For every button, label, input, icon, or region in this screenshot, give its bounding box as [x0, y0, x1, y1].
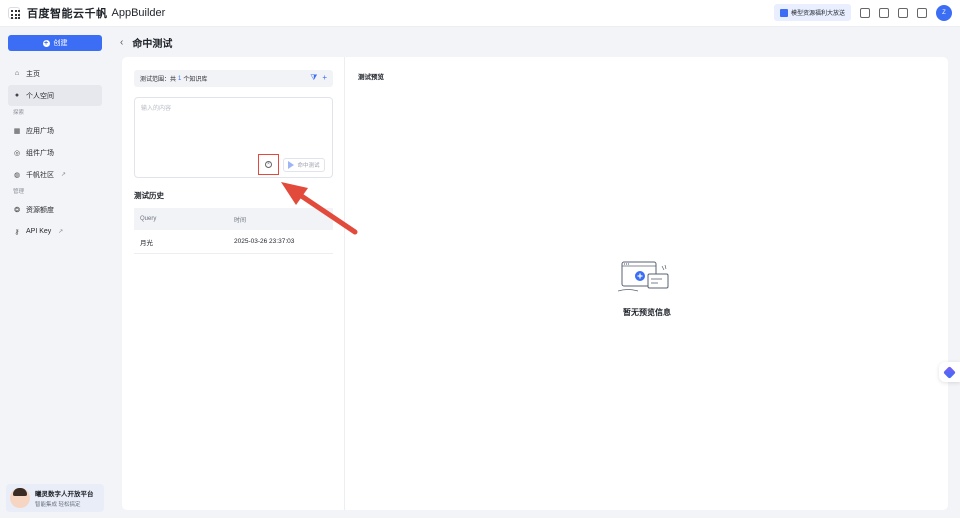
clear-button[interactable]: × [258, 154, 279, 175]
avatar-illustration [10, 488, 30, 508]
empty-state-text: 暂无预览信息 [623, 308, 671, 317]
top-right-actions: 模型资源福利大放送 Z [773, 4, 952, 21]
plus-icon: + [42, 39, 50, 47]
time-cell: 2025-03-26 23:37:03 [234, 238, 295, 245]
sidebar-item-community[interactable]: ◍ 千帆社区 ↗ [8, 164, 102, 185]
logo-product[interactable]: AppBuilder [112, 7, 166, 19]
community-icon: ◍ [13, 171, 21, 179]
app-grid-icon[interactable] [8, 7, 20, 19]
promo-banner[interactable]: 模型资源福利大放送 [773, 4, 851, 21]
preview-title: 测试预览 [358, 74, 384, 81]
book-icon[interactable] [898, 7, 908, 18]
external-link-icon: ↗ [58, 229, 64, 235]
sidebar-item-personal-space[interactable]: ● 个人空间 [8, 85, 102, 106]
scope-suffix: 个知识库 [183, 77, 208, 83]
back-icon[interactable]: ‹ [120, 37, 123, 48]
sidebar-item-home[interactable]: ⌂ 主页 [8, 63, 102, 84]
sidebar-item-label: 组件广场 [26, 149, 54, 157]
sidebar-item-label: API Key [26, 228, 52, 235]
user-avatar[interactable]: Z [936, 4, 952, 21]
assistant-float-button[interactable] [939, 362, 960, 382]
gift-icon [779, 8, 788, 17]
test-input-pane: 测试范围：共 1 个知识库 ⧩ + 输入的内容 × 命中测试 测试历史 Quer… [122, 57, 345, 510]
sidebar-item-label: 应用广场 [26, 127, 54, 135]
assistant-icon [943, 365, 956, 379]
sidebar-item-component-plaza[interactable]: ◎ 组件广场 [8, 142, 102, 163]
add-icon[interactable]: + [322, 73, 327, 83]
table-row[interactable]: 月光 2025-03-26 23:37:03 [134, 230, 333, 254]
scope-prefix: 测试范围：共 [140, 77, 177, 83]
query-cell: 月光 [140, 239, 153, 247]
digital-human-promo-card[interactable]: 曦灵数字人开放平台 智能集成 轻松搞定 [6, 484, 104, 512]
hit-test-button[interactable]: 命中测试 [283, 158, 325, 172]
sidebar-nav: ⌂ 主页 ● 个人空间 探索 ▦ 应用广场 ◎ 组件广场 ◍ 千帆社区 ↗ 管理… [8, 63, 102, 243]
query-placeholder: 输入的内容 [141, 106, 172, 112]
promo-label: 模型资源福利大放送 [790, 11, 845, 17]
column-header-time: 时间 [234, 217, 247, 224]
promo-card-subtitle: 智能集成 轻松搞定 [35, 502, 81, 508]
create-button[interactable]: + 创建 [8, 35, 102, 51]
create-label: 创建 [53, 40, 68, 47]
sidebar-item-label: 主页 [26, 70, 40, 78]
promo-card-title: 曦灵数字人开放平台 [35, 491, 94, 498]
scope-count: 1 [178, 75, 182, 82]
user-icon: ● [14, 92, 20, 99]
test-scope-bar: 测试范围：共 1 个知识库 ⧩ + [134, 70, 333, 87]
section-label-explore: 探索 [13, 110, 25, 116]
hit-test-label: 命中测试 [297, 163, 320, 169]
apps-icon: ▦ [13, 127, 21, 135]
sidebar-item-api-key[interactable]: ⚷ API Key ↗ [8, 221, 102, 242]
content-card: 测试范围：共 1 个知识库 ⧩ + 输入的内容 × 命中测试 测试历史 Quer… [122, 57, 948, 510]
home-icon: ⌂ [14, 70, 20, 77]
table-header: Query 时间 [134, 208, 333, 230]
column-header-query: Query [140, 216, 157, 222]
sidebar: + 创建 ⌂ 主页 ● 个人空间 探索 ▦ 应用广场 ◎ 组件广场 ◍ 千帆社区… [0, 27, 109, 518]
query-input[interactable]: 输入的内容 × 命中测试 [134, 97, 333, 178]
resource-icon: ❂ [14, 206, 20, 214]
message-icon[interactable] [860, 7, 870, 18]
empty-state-illustration [618, 261, 669, 292]
scope-actions: ⧩ + [310, 73, 327, 83]
logo-brand[interactable]: 百度智能云千帆 [27, 5, 108, 21]
page-header: ‹ 命中测试 [120, 33, 172, 51]
page-title: 命中测试 [132, 38, 173, 50]
key-icon: ⚷ [14, 228, 20, 236]
sidebar-item-resource-quota[interactable]: ❂ 资源额度 [8, 199, 102, 220]
docs-icon[interactable] [879, 7, 889, 18]
top-bar: 百度智能云千帆 AppBuilder 模型资源福利大放送 Z [0, 0, 960, 27]
filter-icon[interactable]: ⧩ [310, 73, 317, 83]
sidebar-item-app-plaza[interactable]: ▦ 应用广场 [8, 120, 102, 141]
send-icon [288, 161, 295, 169]
history-table: Query 时间 月光 2025-03-26 23:37:03 [134, 208, 333, 254]
feedback-icon[interactable] [917, 7, 927, 18]
section-label-manage: 管理 [13, 189, 25, 195]
sidebar-item-label: 千帆社区 [26, 171, 54, 179]
clear-icon: × [265, 161, 272, 168]
external-link-icon: ↗ [61, 172, 67, 178]
history-title: 测试历史 [134, 191, 164, 200]
sidebar-item-label: 资源额度 [26, 206, 54, 214]
sidebar-item-label: 个人空间 [26, 92, 54, 100]
component-icon: ◎ [13, 149, 21, 157]
